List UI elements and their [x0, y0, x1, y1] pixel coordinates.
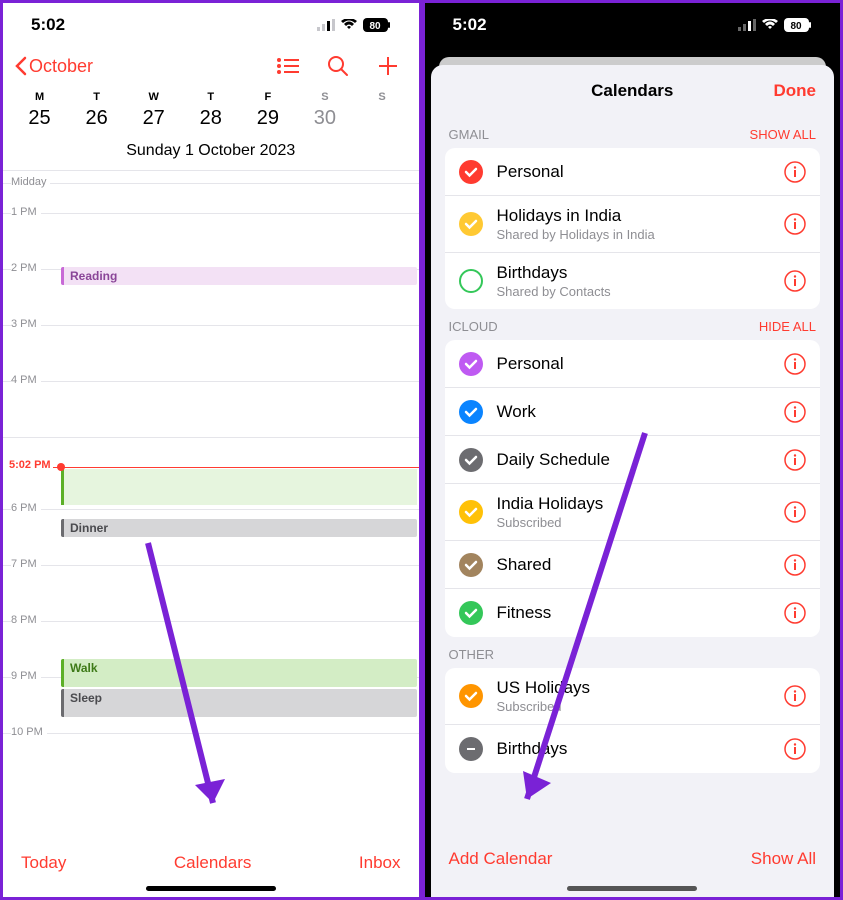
info-icon[interactable]: [784, 501, 806, 523]
calendar-item[interactable]: Shared: [445, 541, 821, 589]
calendar-item[interactable]: Personal: [445, 340, 821, 388]
sheet-title: Calendars: [591, 81, 673, 101]
calendar-item[interactable]: Work: [445, 388, 821, 436]
calendar-name: Fitness: [497, 603, 785, 623]
date-cell[interactable]: 30: [296, 107, 353, 130]
info-icon[interactable]: [784, 602, 806, 624]
bottom-toolbar: Today Calendars Inbox: [3, 853, 419, 873]
calendar-name: India Holidays: [497, 494, 785, 514]
show-all-button[interactable]: SHOW ALL: [750, 127, 816, 142]
calendar-subtext: Subscribed: [497, 699, 785, 714]
info-icon[interactable]: [784, 401, 806, 423]
status-time: 5:02: [453, 15, 487, 35]
info-icon[interactable]: [784, 270, 806, 292]
calendars-sheet: Calendars Done GMAIL SHOW ALL Personal H…: [431, 65, 835, 897]
current-time-label: 5:02 PM: [9, 459, 51, 471]
calendars-sheet-view: 5:02 80 Calendars Done GMAIL SHOW ALL Pe…: [422, 0, 843, 900]
current-date-label: Sunday 1 October 2023: [3, 136, 419, 171]
calendars-button[interactable]: Calendars: [174, 853, 252, 873]
calendar-name: Birthdays: [497, 739, 785, 759]
dates-row: 25 26 27 28 29 30 1: [3, 107, 419, 136]
back-label: October: [29, 56, 93, 77]
list-icon[interactable]: [277, 57, 299, 75]
date-cell[interactable]: 26: [68, 107, 125, 130]
hide-all-button[interactable]: HIDE ALL: [759, 319, 816, 334]
show-all-button[interactable]: Show All: [751, 849, 816, 869]
calendar-subtext: Shared by Holidays in India: [497, 227, 785, 242]
calendar-item[interactable]: US Holidays Subscribed: [445, 668, 821, 725]
calendar-name: Birthdays: [497, 263, 785, 283]
calendar-item[interactable]: Fitness: [445, 589, 821, 637]
info-icon[interactable]: [784, 161, 806, 183]
calendar-subtext: Shared by Contacts: [497, 284, 785, 299]
calendar-item[interactable]: Holidays in India Shared by Holidays in …: [445, 196, 821, 253]
other-group: US Holidays Subscribed Birthdays: [445, 668, 821, 773]
calendar-item[interactable]: Daily Schedule: [445, 436, 821, 484]
info-icon[interactable]: [784, 213, 806, 235]
sheet-toolbar: Add Calendar Show All: [431, 849, 835, 869]
event-walk[interactable]: Walk: [61, 659, 417, 687]
weekday-row: M T W T F S S: [3, 85, 419, 107]
calendar-item[interactable]: Birthdays: [445, 725, 821, 773]
gmail-group: Personal Holidays in India Shared by Hol…: [445, 148, 821, 309]
search-icon[interactable]: [327, 55, 349, 77]
timeline[interactable]: Midday 1 PM 2 PM 3 PM 4 PM 6 PM 7 PM 8 P…: [3, 171, 419, 789]
status-time: 5:02: [31, 15, 65, 35]
home-indicator[interactable]: [567, 886, 697, 891]
section-header-gmail: GMAIL SHOW ALL: [431, 117, 835, 148]
svg-text:80: 80: [790, 21, 802, 32]
status-indicators: 80: [317, 18, 391, 32]
sheet-header: Calendars Done: [431, 65, 835, 117]
calendar-name: Holidays in India: [497, 206, 785, 226]
status-indicators: 80: [738, 18, 812, 32]
calendar-name: Work: [497, 402, 785, 422]
add-icon[interactable]: [377, 55, 399, 77]
event-sleep[interactable]: Sleep: [61, 689, 417, 717]
status-bar: 5:02 80: [3, 3, 419, 47]
date-cell-today[interactable]: 1: [353, 107, 410, 130]
calendar-name: Daily Schedule: [497, 450, 785, 470]
calendar-item[interactable]: India Holidays Subscribed: [445, 484, 821, 541]
add-calendar-button[interactable]: Add Calendar: [449, 849, 553, 869]
inbox-button[interactable]: Inbox: [359, 853, 401, 873]
calendar-day-view: 5:02 80 October M T W T F S S 25 26 27 2…: [0, 0, 422, 900]
back-button[interactable]: October: [15, 56, 93, 77]
status-bar: 5:02 80: [425, 3, 841, 47]
date-cell[interactable]: 29: [239, 107, 296, 130]
current-time-block: [61, 469, 417, 505]
info-icon[interactable]: [784, 685, 806, 707]
current-time-line: [53, 467, 419, 468]
icloud-group: Personal Work Daily Schedule India: [445, 340, 821, 637]
done-button[interactable]: Done: [774, 81, 817, 101]
calendar-name: Personal: [497, 162, 785, 182]
info-icon[interactable]: [784, 738, 806, 760]
calendar-item[interactable]: Personal: [445, 148, 821, 196]
section-header-icloud: ICLOUD HIDE ALL: [431, 309, 835, 340]
event-dinner[interactable]: Dinner: [61, 519, 417, 537]
calendar-name: Shared: [497, 555, 785, 575]
info-icon[interactable]: [784, 554, 806, 576]
calendar-name: Personal: [497, 354, 785, 374]
home-indicator[interactable]: [146, 886, 276, 891]
event-reading[interactable]: Reading: [61, 267, 417, 285]
today-button[interactable]: Today: [21, 853, 66, 873]
svg-text:80: 80: [369, 21, 381, 32]
calendar-item[interactable]: Birthdays Shared by Contacts: [445, 253, 821, 309]
date-cell[interactable]: 28: [182, 107, 239, 130]
current-time-dot: [57, 463, 65, 471]
calendar-subtext: Subscribed: [497, 515, 785, 530]
info-icon[interactable]: [784, 449, 806, 471]
calendar-header: October: [3, 47, 419, 85]
info-icon[interactable]: [784, 353, 806, 375]
section-header-other: OTHER: [431, 637, 835, 668]
date-cell[interactable]: 27: [125, 107, 182, 130]
date-cell[interactable]: 25: [11, 107, 68, 130]
calendar-name: US Holidays: [497, 678, 785, 698]
